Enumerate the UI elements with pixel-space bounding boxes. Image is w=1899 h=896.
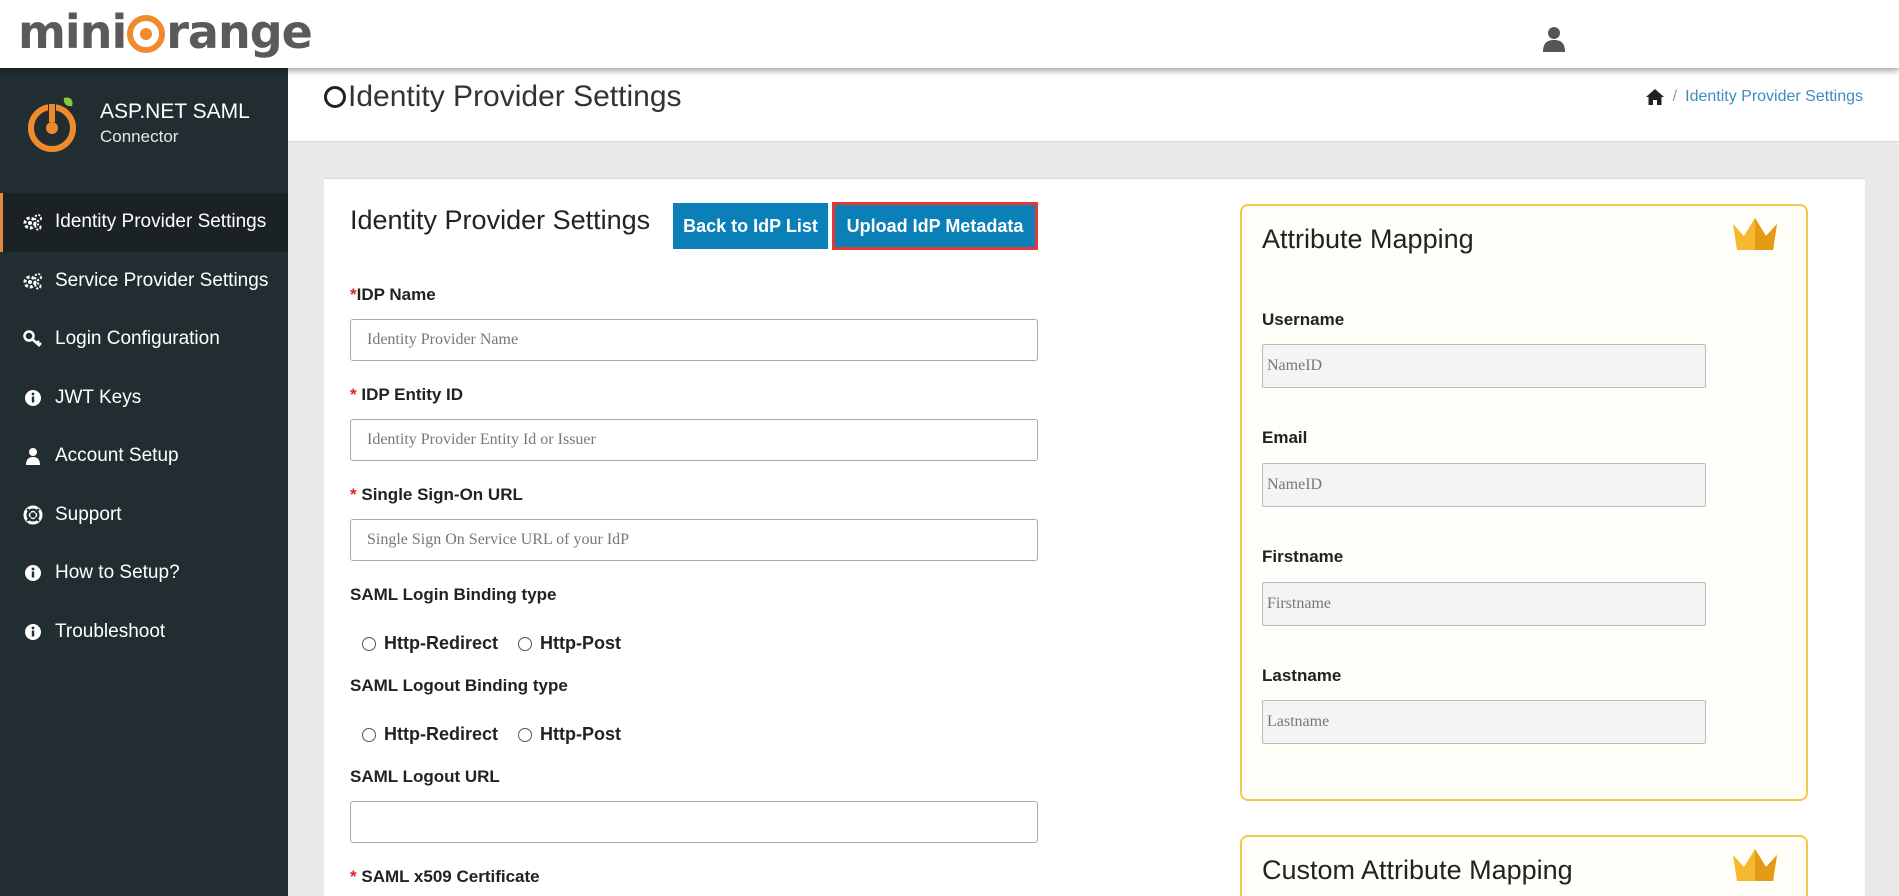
- breadcrumb-separator: /: [1672, 88, 1678, 105]
- premium-crown-icon: [1733, 849, 1777, 881]
- login-binding-http-redirect-radio[interactable]: Http-Redirect: [362, 633, 498, 654]
- sso-url-input[interactable]: [350, 519, 1038, 561]
- user-icon: [23, 446, 43, 466]
- required-mark: *: [350, 867, 357, 886]
- logout-url-label: SAML Logout URL: [350, 767, 500, 786]
- firstname-attribute-input[interactable]: [1262, 582, 1706, 626]
- lastname-attribute-input[interactable]: [1262, 700, 1706, 744]
- required-mark: *: [350, 385, 357, 404]
- sidebar-item-login-configuration[interactable]: Login Configuration: [0, 310, 288, 369]
- logout-binding-label: SAML Logout Binding type: [350, 676, 568, 695]
- email-attribute-input[interactable]: [1262, 463, 1706, 507]
- lastname-label: Lastname: [1262, 666, 1342, 685]
- certificate-label: * SAML x509 Certificate: [350, 867, 540, 887]
- idp-name-label: *IDP Name: [350, 285, 436, 305]
- sidebar-item-identity-provider-settings[interactable]: Identity Provider Settings: [0, 193, 288, 252]
- radio-circle[interactable]: [362, 727, 376, 742]
- info-icon: [23, 563, 43, 583]
- logo-text-left: mini: [18, 5, 127, 59]
- upload-idp-metadata-button[interactable]: Upload IdP Metadata: [832, 202, 1038, 250]
- logout-binding-radio-group: Http-Redirect Http-Post: [362, 724, 641, 745]
- custom-attribute-mapping-panel: Custom Attribute Mapping: [1240, 835, 1808, 896]
- back-to-idp-list-button[interactable]: Back to IdP List: [673, 203, 828, 249]
- radio-circle[interactable]: [518, 727, 533, 742]
- sidebar-item-label: Login Configuration: [55, 328, 220, 350]
- login-binding-radio-group: Http-Redirect Http-Post: [362, 633, 641, 654]
- breadcrumb-current[interactable]: Identity Provider Settings: [1685, 88, 1863, 106]
- logout-url-input[interactable]: [350, 801, 1038, 843]
- email-label: Email: [1262, 428, 1308, 447]
- page-title: Identity Provider Settings: [324, 80, 682, 114]
- idp-entity-id-label: * IDP Entity ID: [350, 385, 463, 405]
- sso-url-label-text: Single Sign-On URL: [361, 485, 523, 504]
- sidebar-item-how-to-setup[interactable]: How to Setup?: [0, 544, 288, 603]
- info-icon: [23, 388, 43, 408]
- logout-binding-http-redirect-radio[interactable]: Http-Redirect: [362, 724, 498, 745]
- radio-label: Http-Redirect: [384, 724, 499, 744]
- custom-attribute-mapping-title: Custom Attribute Mapping: [1262, 855, 1573, 885]
- firstname-label: Firstname: [1262, 547, 1344, 566]
- logo-o-mark: [127, 15, 166, 53]
- gears-icon: [23, 212, 43, 232]
- idp-entity-id-input[interactable]: [350, 419, 1038, 461]
- content-header: Identity Provider Settings / Identity Pr…: [288, 68, 1899, 142]
- sidebar-item-label: JWT Keys: [55, 386, 142, 408]
- idp-name-label-text: IDP Name: [356, 285, 436, 304]
- lifebuoy-icon: [23, 505, 43, 525]
- info-icon: [23, 622, 43, 642]
- radio-label: Http-Post: [540, 724, 621, 744]
- breadcrumb: / Identity Provider Settings: [1645, 88, 1863, 106]
- sidebar-item-label: Account Setup: [55, 445, 179, 467]
- sidebar-item-jwt-keys[interactable]: JWT Keys: [0, 369, 288, 428]
- sidebar-item-service-provider-settings[interactable]: Service Provider Settings: [0, 252, 288, 311]
- idp-entity-id-label-text: IDP Entity ID: [361, 385, 464, 404]
- username-attribute-input[interactable]: [1262, 344, 1706, 388]
- logo-text-right: range: [166, 5, 313, 59]
- sidebar-item-label: Troubleshoot: [55, 620, 166, 642]
- miniorange-logo[interactable]: mini range: [18, 5, 313, 59]
- page-title-text: Identity Provider Settings: [348, 80, 682, 113]
- sidebar-item-label: Service Provider Settings: [55, 269, 269, 291]
- product-title: ASP.NET SAML: [100, 100, 250, 123]
- product-logo-icon: [28, 97, 76, 152]
- sidebar-nav: Identity Provider Settings Service Provi…: [0, 193, 288, 661]
- sidebar-item-label: How to Setup?: [55, 562, 180, 584]
- required-mark: *: [350, 285, 357, 304]
- settings-card: Identity Provider Settings Back to IdP L…: [324, 178, 1865, 896]
- radio-circle[interactable]: [362, 636, 376, 651]
- sidebar-item-account-setup[interactable]: Account Setup: [0, 427, 288, 486]
- certificate-label-text: SAML x509 Certificate: [361, 867, 540, 886]
- sidebar-item-support[interactable]: Support: [0, 486, 288, 545]
- login-binding-http-post-radio[interactable]: Http-Post: [518, 633, 621, 654]
- gears-icon: [23, 271, 43, 291]
- top-bar: mini range: [0, 0, 1899, 68]
- radio-circle[interactable]: [518, 636, 533, 651]
- attribute-mapping-panel: Attribute Mapping Username Email Firstna…: [1240, 204, 1808, 801]
- logout-binding-http-post-radio[interactable]: Http-Post: [518, 724, 621, 745]
- user-icon[interactable]: [1542, 26, 1566, 52]
- login-binding-label: SAML Login Binding type: [350, 585, 557, 604]
- attribute-mapping-title: Attribute Mapping: [1262, 224, 1474, 254]
- sidebar-item-label: Support: [55, 503, 122, 525]
- idp-name-input[interactable]: [350, 319, 1038, 361]
- home-icon[interactable]: [1645, 88, 1665, 106]
- sidebar-item-troubleshoot[interactable]: Troubleshoot: [0, 603, 288, 662]
- circle-icon: [324, 86, 346, 108]
- required-mark: *: [350, 485, 357, 504]
- product-subtitle: Connector: [100, 127, 179, 146]
- radio-label: Http-Post: [540, 633, 621, 653]
- sidebar-item-label: Identity Provider Settings: [55, 211, 267, 233]
- key-icon: [23, 329, 43, 349]
- product-brand: ASP.NET SAML Connector: [26, 92, 250, 156]
- sso-url-label: * Single Sign-On URL: [350, 485, 523, 505]
- premium-crown-icon: [1733, 218, 1777, 250]
- sidebar: ASP.NET SAML Connector Identity Provider…: [0, 68, 288, 896]
- form-title: Identity Provider Settings: [350, 205, 651, 235]
- radio-label: Http-Redirect: [384, 633, 499, 653]
- username-label: Username: [1262, 310, 1345, 329]
